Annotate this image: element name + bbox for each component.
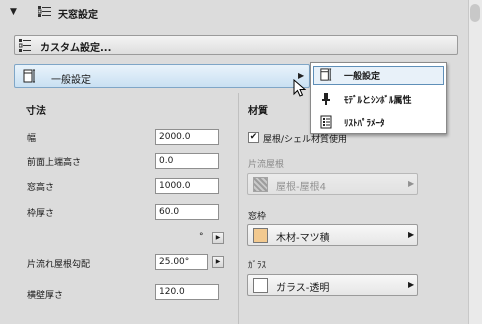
side-wall-thickness-label: 横壁厚さ <box>27 291 64 301</box>
general-settings-label: 一般設定 <box>51 75 91 86</box>
settings-list-icon <box>19 39 31 52</box>
front-top-height-label: 前面上端高さ <box>27 158 82 168</box>
roof-material-swatch <box>253 177 268 192</box>
menu-item-list-parameters[interactable]: ﾘｽﾄﾊﾟﾗﾒｰﾀ <box>311 111 446 133</box>
roof-material-arrow-icon: ▶ <box>408 179 415 188</box>
window-frame-icon <box>23 69 35 83</box>
glass-material-value: ガラス-透明 <box>276 283 330 294</box>
window-frame-material-button[interactable]: 木材-マツ積 ▶ <box>247 224 418 246</box>
panel-title: 天窓設定 <box>58 10 98 21</box>
skylight-settings-icon <box>38 6 51 17</box>
glass-material-arrow-icon: ▶ <box>408 280 415 289</box>
roof-material-value: 屋根-屋根4 <box>276 182 326 193</box>
scrollbar-thumb[interactable] <box>470 4 480 22</box>
collapse-triangle-icon[interactable]: ▼ <box>10 7 17 17</box>
model-symbol-icon <box>322 93 330 105</box>
menu-item-label: ﾘｽﾄﾊﾟﾗﾒｰﾀ <box>344 119 385 129</box>
glass-material-label: ｶﾞﾗｽ <box>248 261 267 271</box>
vertical-scrollbar[interactable] <box>468 0 482 324</box>
slope-label: 片流れ屋根勾配 <box>27 260 91 270</box>
dimensions-section-title: 寸法 <box>26 106 46 117</box>
menu-item-label: ﾓﾃﾞﾙとｼﾝﾎﾞﾙ属性 <box>344 96 412 106</box>
angle-unit-label: ° <box>199 232 204 242</box>
side-wall-thickness-input[interactable]: 120.0 <box>155 284 219 300</box>
roof-material-button[interactable]: 屋根-屋根4 ▶ <box>247 173 418 195</box>
menu-item-general-settings[interactable]: 一般設定 <box>311 64 446 86</box>
mouse-cursor-icon <box>293 79 307 97</box>
window-frame-material-value: 木材-マツ積 <box>276 233 330 244</box>
glass-material-swatch <box>253 278 268 293</box>
dimensions-panel: 寸法 幅 2000.0 前面上端高さ 0.0 窓高さ 1000.0 枠厚さ 60… <box>14 93 236 324</box>
frame-thickness-label: 枠厚さ <box>27 209 55 219</box>
window-frame-material-swatch <box>253 228 268 243</box>
window-height-label: 窓高さ <box>27 183 55 193</box>
menu-item-label: 一般設定 <box>344 72 381 82</box>
window-frame-material-label: 窓枠 <box>248 212 267 222</box>
materials-section-title: 材質 <box>248 106 268 117</box>
general-settings-button[interactable]: 一般設定 ▶ <box>14 64 310 88</box>
custom-settings-button[interactable]: カスタム設定... <box>14 35 458 55</box>
menu-item-model-symbol-attributes[interactable]: ﾓﾃﾞﾙとｼﾝﾎﾞﾙ属性 <box>311 88 446 110</box>
glass-material-button[interactable]: ガラス-透明 ▶ <box>247 274 418 296</box>
use-roof-material-checkbox[interactable]: ✔ <box>248 132 259 143</box>
roof-material-label: 片流屋根 <box>248 160 285 170</box>
frame-thickness-input[interactable]: 60.0 <box>155 204 219 220</box>
slope-input[interactable]: 25.00° <box>155 254 208 270</box>
custom-settings-label: カスタム設定... <box>40 43 112 54</box>
settings-page-menu: 一般設定 ﾓﾃﾞﾙとｼﾝﾎﾞﾙ属性 ﾘｽﾄﾊﾟﾗﾒｰﾀ <box>310 62 447 134</box>
window-frame-icon <box>320 68 332 81</box>
width-input[interactable]: 2000.0 <box>155 129 219 145</box>
window-height-input[interactable]: 1000.0 <box>155 178 219 194</box>
width-label: 幅 <box>27 134 37 144</box>
window-frame-material-arrow-icon: ▶ <box>408 230 415 239</box>
list-icon <box>320 115 332 129</box>
slope-unit-button[interactable]: ▶ <box>212 256 224 268</box>
front-top-height-input[interactable]: 0.0 <box>155 153 219 169</box>
angle-unit-button[interactable]: ▶ <box>212 232 224 244</box>
